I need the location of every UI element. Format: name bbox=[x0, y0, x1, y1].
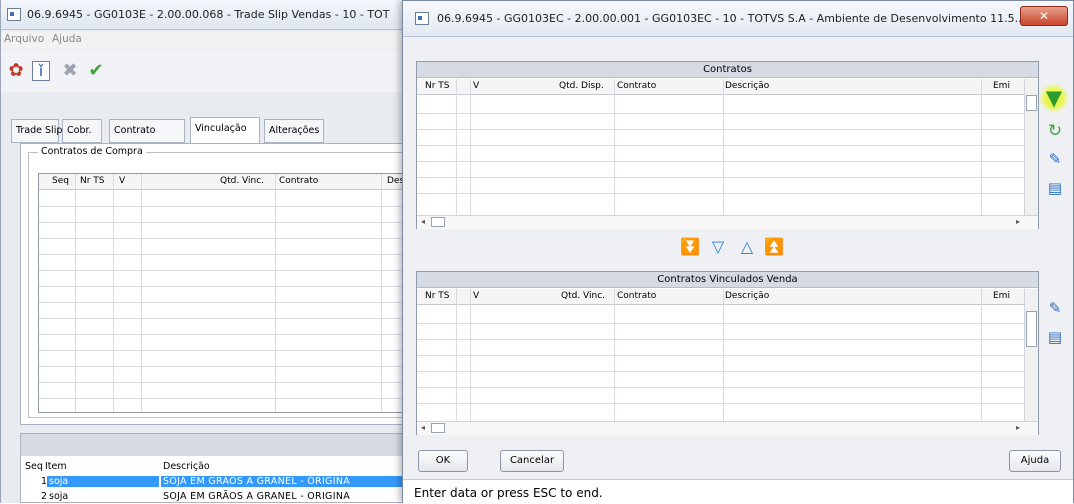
row-item: soja bbox=[47, 476, 159, 487]
grid-title: Contratos bbox=[417, 62, 1038, 78]
contratos-vinculados-grid[interactable]: Contratos Vinculados Venda Nr TS V Qtd. … bbox=[416, 271, 1039, 435]
row-item: soja bbox=[49, 491, 69, 502]
filter-icon[interactable]: ▼ bbox=[1039, 83, 1069, 113]
ok-button[interactable]: OK bbox=[418, 450, 468, 472]
col-emi: Emi bbox=[993, 81, 1010, 91]
tab-vinculacao[interactable]: Vinculação bbox=[190, 117, 260, 143]
title-bar: 06.9.6945 - GG0103E - 2.00.00.068 - Trad… bbox=[1, 0, 413, 30]
contract-dialog: 06.9.6945 - GG0103EC - 2.00.00.001 - GG0… bbox=[402, 0, 1074, 504]
tab-alteracoes[interactable]: Alterações bbox=[264, 119, 324, 143]
cancel-button[interactable]: Cancelar bbox=[500, 450, 564, 472]
col-nr-ts: Nr TS bbox=[80, 176, 105, 186]
scroll-thumb[interactable] bbox=[1026, 311, 1037, 347]
col-seq: Seq bbox=[52, 176, 69, 186]
tree-icon[interactable]: ▤ bbox=[1045, 327, 1065, 347]
table-row[interactable]: 2 soja SOJA EM GRÃOS A GRANEL - ORIGINA bbox=[21, 490, 411, 504]
confirm-icon[interactable]: ✔ bbox=[85, 60, 107, 82]
col-qtd-disp: Qtd. Disp. bbox=[559, 81, 604, 91]
col-item: Item bbox=[45, 461, 67, 472]
scroll-right-icon[interactable]: ▸ bbox=[1016, 217, 1020, 226]
cancel-icon[interactable]: ✖ bbox=[59, 60, 81, 82]
col-seq: Seq bbox=[25, 461, 43, 472]
menu-arquivo[interactable]: Arquivo bbox=[4, 33, 44, 45]
window-title: 06.9.6945 - GG0103E - 2.00.00.068 - Trad… bbox=[27, 8, 390, 21]
tree-icon[interactable]: ▤ bbox=[1045, 178, 1065, 198]
items-grid[interactable]: Seq Item Descrição 1 soja SOJA EM GRÃOS … bbox=[20, 433, 413, 504]
col-qtd-vinc: Qtd. Vinc. bbox=[561, 291, 606, 301]
col-descricao: Descrição bbox=[725, 81, 770, 91]
menu-bar: Arquivo Ajuda bbox=[1, 31, 413, 49]
grid-header: Nr TS V Qtd. Disp. Contrato Descrição Em… bbox=[417, 79, 1038, 95]
col-qtd-vinc: Qtd. Vinc. bbox=[220, 176, 265, 186]
row-seq: 2 bbox=[41, 491, 48, 502]
horizontal-scrollbar[interactable]: ◂ ▸ bbox=[417, 421, 1038, 435]
scroll-thumb[interactable] bbox=[1026, 95, 1037, 111]
move-down-icon[interactable]: ▽ bbox=[707, 237, 729, 257]
window-icon bbox=[415, 12, 429, 25]
title-bar: 06.9.6945 - GG0103EC - 2.00.00.001 - GG0… bbox=[403, 1, 1073, 37]
table-row[interactable]: 1 soja SOJA EM GRÃOS A GRANEL - ORIGINA bbox=[21, 475, 413, 489]
row-descricao: SOJA EM GRÃOS A GRANEL - ORIGINA bbox=[163, 491, 351, 502]
refresh-icon[interactable]: ↻ bbox=[1045, 121, 1065, 141]
scroll-right-icon[interactable]: ▸ bbox=[1016, 423, 1020, 432]
window-title: 06.9.6945 - GG0103EC - 2.00.00.001 - GG0… bbox=[437, 12, 1026, 25]
contratos-grid[interactable]: Contratos Nr TS V Qtd. Disp. Contrato De… bbox=[416, 61, 1039, 229]
move-all-up-icon[interactable]: ⏫ bbox=[763, 237, 785, 257]
horizontal-scrollbar[interactable]: ◂ ▸ bbox=[417, 215, 1038, 229]
edit-icon[interactable]: ✎ bbox=[1045, 149, 1065, 169]
items-grid-header-bar bbox=[21, 434, 411, 456]
grid-title: Contratos Vinculados Venda bbox=[417, 272, 1038, 288]
col-v: V bbox=[119, 176, 126, 186]
window-icon bbox=[7, 8, 21, 21]
col-contrato: Contrato bbox=[617, 291, 657, 301]
grid-header: Nr TS V Qtd. Vinc. Contrato Descrição Em… bbox=[417, 289, 1038, 305]
move-all-down-icon[interactable]: ⏬ bbox=[679, 237, 701, 257]
vertical-scrollbar[interactable] bbox=[1024, 79, 1038, 215]
scroll-left-icon[interactable]: ◂ bbox=[421, 423, 425, 432]
col-nr-ts: Nr TS bbox=[425, 81, 450, 91]
vertical-scrollbar[interactable] bbox=[1024, 289, 1038, 421]
col-nr-ts: Nr TS bbox=[425, 291, 450, 301]
settings-icon[interactable]: ✿ bbox=[5, 60, 27, 82]
toolbar: ✿ ǐ ✖ ✔ bbox=[1, 50, 413, 92]
help-button[interactable]: Ajuda bbox=[1009, 450, 1061, 472]
row-seq: 1 bbox=[41, 476, 48, 487]
report-icon[interactable]: ǐ bbox=[32, 61, 50, 81]
col-v: V bbox=[473, 291, 480, 301]
col-emi: Emi bbox=[993, 291, 1010, 301]
col-descricao: Descrição bbox=[163, 461, 210, 472]
grid-header: Seq Nr TS V Qtd. Vinc. Contrato Des bbox=[39, 174, 411, 190]
contratos-compra-grid[interactable]: Seq Nr TS V Qtd. Vinc. Contrato Des bbox=[38, 173, 412, 413]
row-descricao: SOJA EM GRÃOS A GRANEL - ORIGINA bbox=[161, 476, 413, 487]
col-contrato: Contrato bbox=[279, 176, 319, 186]
scroll-left-icon[interactable]: ◂ bbox=[421, 217, 425, 226]
col-descricao: Descrição bbox=[725, 291, 770, 301]
status-bar: Enter data or press ESC to end. bbox=[403, 479, 1073, 504]
edit-icon[interactable]: ✎ bbox=[1045, 298, 1065, 318]
tab-contrato[interactable]: Contrato bbox=[109, 119, 185, 143]
menu-ajuda[interactable]: Ajuda bbox=[52, 33, 82, 45]
move-up-icon[interactable]: △ bbox=[736, 237, 758, 257]
col-contrato: Contrato bbox=[617, 81, 657, 91]
tab-cobr[interactable]: Cobr. bbox=[62, 119, 102, 143]
group-label: Contratos de Compra bbox=[38, 146, 146, 157]
close-button[interactable]: ✕ bbox=[1020, 6, 1068, 26]
col-v: V bbox=[473, 81, 480, 91]
tab-trade-slip[interactable]: Trade Slip bbox=[11, 119, 62, 143]
